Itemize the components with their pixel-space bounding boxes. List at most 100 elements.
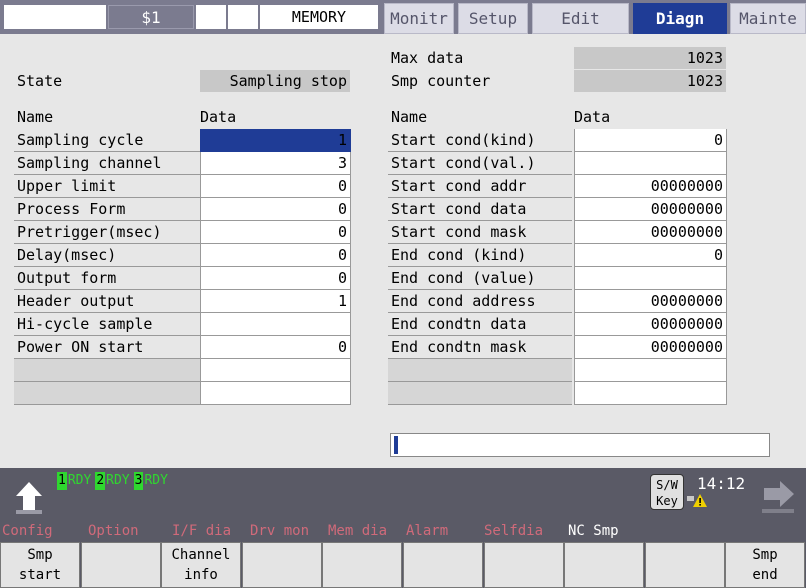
softkey-label-line2: info: [184, 567, 218, 583]
softkey-4[interactable]: [242, 542, 322, 588]
tab-edit[interactable]: Edit: [532, 3, 629, 34]
param-name: End condtn data: [388, 313, 572, 336]
mode-label: MEMORY: [260, 5, 378, 29]
tab-diagn[interactable]: Diagn: [633, 3, 727, 34]
tab-mainte[interactable]: Mainte: [730, 3, 806, 34]
max-data-label: Max data: [391, 49, 464, 67]
rdy-indicator-3: 3 RDY: [133, 472, 168, 490]
softkey-bar: Smp start Channel info Smp end: [0, 540, 806, 588]
param-value[interactable]: [574, 152, 727, 175]
clock-time: 14:12: [697, 474, 746, 493]
softkey-10[interactable]: Smp end: [725, 542, 805, 588]
param-value[interactable]: 0: [200, 336, 351, 359]
param-value[interactable]: [574, 359, 727, 382]
ready-indicators: 1 RDY 2 RDY 3 RDY: [57, 472, 168, 490]
softkey-label-line2: end: [752, 567, 778, 583]
param-value[interactable]: 1: [200, 129, 351, 152]
param-value[interactable]: 0: [200, 267, 351, 290]
status-bar: 1 RDY 2 RDY 3 RDY S/W Key 14:12: [0, 468, 806, 522]
param-name: Start cond mask: [388, 221, 572, 244]
param-value[interactable]: 0: [200, 198, 351, 221]
menu-item-alarm[interactable]: Alarm: [406, 522, 448, 540]
param-value[interactable]: [574, 267, 727, 290]
param-name: Start cond data: [388, 198, 572, 221]
param-name: End condtn mask: [388, 336, 572, 359]
param-value[interactable]: 0: [574, 129, 727, 152]
param-name: Sampling cycle: [14, 129, 200, 152]
status-box-2: [228, 5, 258, 29]
softkey-5[interactable]: [322, 542, 402, 588]
param-name: End cond (kind): [388, 244, 572, 267]
right-name-header: Name: [391, 108, 428, 126]
param-name: [14, 382, 200, 405]
param-name: Upper limit: [14, 175, 200, 198]
param-value[interactable]: 0: [200, 244, 351, 267]
status-box-1: [196, 5, 226, 29]
param-name: Start cond(kind): [388, 129, 572, 152]
softkey-1[interactable]: Smp start: [0, 542, 80, 588]
param-value[interactable]: 00000000: [574, 198, 727, 221]
menu-item-mem-dia[interactable]: Mem dia: [328, 522, 387, 540]
top-bar: $1 MEMORY Monitr Setup Edit Diagn Mainte: [0, 0, 806, 34]
param-name: [14, 359, 200, 382]
param-name: Start cond addr: [388, 175, 572, 198]
param-value[interactable]: [200, 359, 351, 382]
menu-item-option[interactable]: Option: [88, 522, 139, 540]
menu-item-nc-smp[interactable]: NC Smp: [568, 522, 619, 540]
warning-icon: [686, 492, 708, 508]
softkey-label-line1: Smp: [752, 547, 778, 563]
param-value[interactable]: 1: [200, 290, 351, 313]
param-value[interactable]: 00000000: [574, 175, 727, 198]
param-name: End cond address: [388, 290, 572, 313]
data-input-field[interactable]: [390, 433, 770, 457]
back-arrow-icon[interactable]: [14, 476, 44, 516]
param-name: Power ON start: [14, 336, 200, 359]
param-name: [388, 382, 572, 405]
rdy-indicator-2: 2 RDY: [95, 472, 130, 490]
param-value[interactable]: 00000000: [574, 221, 727, 244]
param-value[interactable]: 0: [200, 221, 351, 244]
softkey-7[interactable]: [484, 542, 564, 588]
param-value[interactable]: 0: [200, 175, 351, 198]
softkey-9[interactable]: [645, 542, 725, 588]
system-label: $1: [108, 5, 194, 29]
left-name-header: Name: [17, 108, 54, 126]
softkey-3[interactable]: Channel info: [161, 542, 241, 588]
param-name: Header output: [14, 290, 200, 313]
input-cursor: [394, 436, 398, 454]
param-value[interactable]: 0: [574, 244, 727, 267]
right-data-header: Data: [574, 108, 611, 126]
menu-item-selfdia[interactable]: Selfdia: [484, 522, 543, 540]
softkey-label-line1: Channel: [171, 547, 231, 563]
menu-item-config[interactable]: Config: [2, 522, 53, 540]
tab-monitr[interactable]: Monitr: [384, 3, 454, 34]
param-name: Delay(msec): [14, 244, 200, 267]
rdy-indicator-1: 1 RDY: [57, 472, 92, 490]
param-name: Hi-cycle sample: [14, 313, 200, 336]
program-box: [4, 5, 106, 29]
softkey-6[interactable]: [403, 542, 483, 588]
param-value[interactable]: [200, 382, 351, 405]
param-value[interactable]: 00000000: [574, 313, 727, 336]
param-value[interactable]: 00000000: [574, 336, 727, 359]
softkey-label-line2: start: [18, 567, 62, 583]
smp-counter-value: 1023: [574, 70, 726, 92]
softkey-2[interactable]: [81, 542, 161, 588]
menu-bar: Config Option I/F dia Drv mon Mem dia Al…: [0, 522, 806, 540]
param-name: End cond (value): [388, 267, 572, 290]
param-name: Sampling channel: [14, 152, 200, 175]
param-value[interactable]: 3: [200, 152, 351, 175]
state-value: Sampling stop: [200, 70, 350, 92]
sw-key-button[interactable]: S/W Key: [650, 474, 684, 510]
state-label: State: [17, 72, 63, 90]
param-value[interactable]: [200, 313, 351, 336]
param-value[interactable]: 00000000: [574, 290, 727, 313]
menu-item-drv-mon[interactable]: Drv mon: [250, 522, 309, 540]
param-name: [388, 359, 572, 382]
softkey-8[interactable]: [564, 542, 644, 588]
forward-arrow-icon[interactable]: [758, 478, 798, 516]
menu-item-if-dia[interactable]: I/F dia: [172, 522, 231, 540]
param-name: Start cond(val.): [388, 152, 572, 175]
param-value[interactable]: [574, 382, 727, 405]
tab-setup[interactable]: Setup: [458, 3, 528, 34]
